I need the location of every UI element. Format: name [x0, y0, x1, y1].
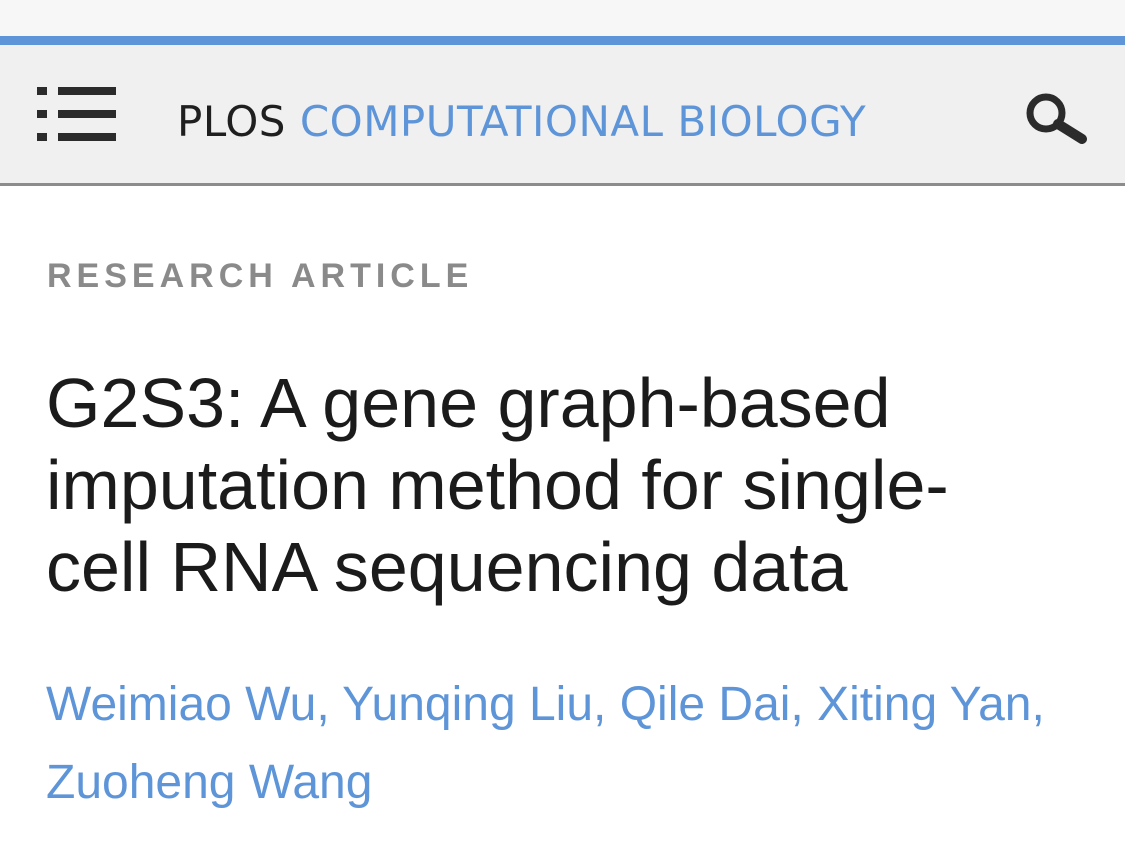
title-line-3: cell RNA sequencing data — [46, 528, 848, 606]
author-link[interactable]: Yunqing Liu — [342, 678, 593, 731]
author-link[interactable]: Zuoheng Wang — [46, 756, 372, 809]
author-link[interactable]: Weimiao Wu — [46, 678, 316, 731]
title-line-2: imputation method for single- — [46, 446, 949, 524]
brand-journal: COMPUTATIONAL BIOLOGY — [299, 97, 867, 146]
article-title: G2S3: A gene graph-based imputation meth… — [46, 362, 1086, 608]
accent-line — [0, 36, 1125, 45]
article-type-label: RESEARCH ARTICLE — [47, 257, 474, 295]
author-list: Weimiao Wu, Yunqing Liu, Qile Dai, Xitin… — [46, 666, 1086, 822]
author-separator: , — [593, 678, 620, 731]
browser-top-strip — [0, 0, 1125, 36]
author-separator: , — [790, 678, 818, 731]
menu-button[interactable] — [34, 85, 118, 145]
search-button[interactable] — [1020, 91, 1092, 147]
author-separator: , — [1031, 678, 1045, 731]
author-link[interactable]: Qile Dai — [620, 678, 791, 731]
journal-logo[interactable]: PLOS COMPUTATIONAL BIOLOGY — [177, 97, 866, 147]
author-separator: , — [316, 678, 343, 731]
site-header: PLOS COMPUTATIONAL BIOLOGY — [0, 45, 1125, 186]
title-line-1: G2S3: A gene graph-based — [46, 364, 891, 442]
brand-prefix: PLOS — [177, 97, 286, 146]
author-link[interactable]: Xiting Yan — [817, 678, 1031, 731]
search-icon — [1026, 93, 1087, 144]
